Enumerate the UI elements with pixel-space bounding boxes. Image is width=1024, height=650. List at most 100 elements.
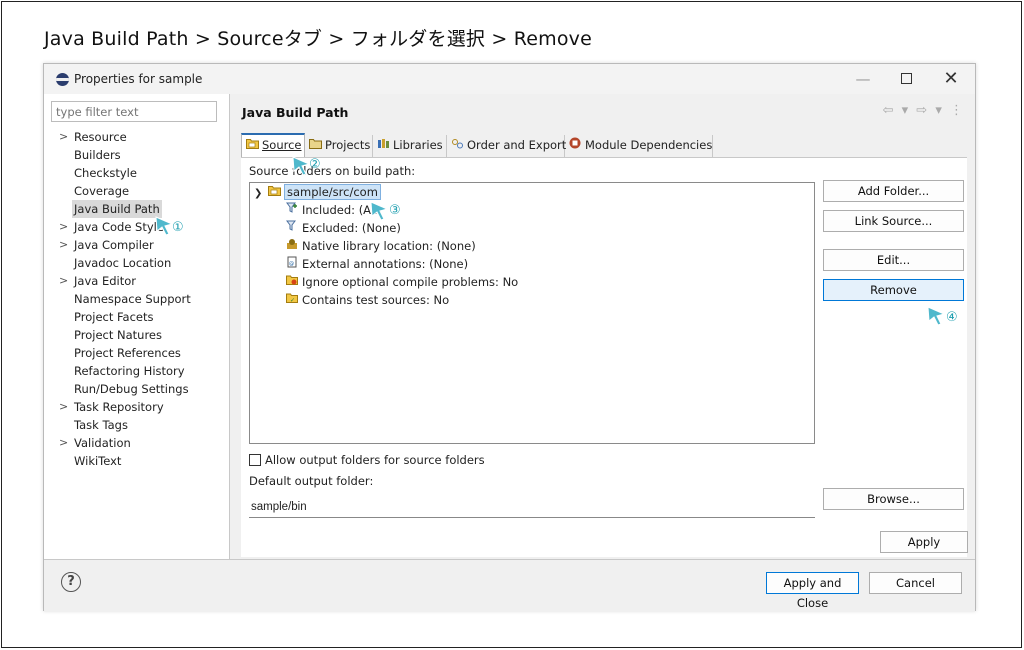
chevron-right-icon[interactable]: > <box>59 272 69 290</box>
edit-button[interactable]: Edit... <box>823 249 964 271</box>
source-folder-icon <box>266 184 282 202</box>
tree-item-java-code-style[interactable]: > Java Code Style <box>44 218 229 236</box>
annotations-icon: @ <box>284 256 300 274</box>
tree-child-label: Native library location: (None) <box>302 239 476 253</box>
tab-libraries-label: Libraries <box>393 138 443 152</box>
step-number-4: ④ <box>946 310 958 325</box>
maximize-button[interactable] <box>892 69 920 89</box>
test-sources-icon: ✓ <box>284 292 300 310</box>
step-marker-2: ② <box>291 155 321 177</box>
tree-child-label: Contains test sources: No <box>302 293 450 307</box>
allow-output-checkbox[interactable] <box>249 454 261 466</box>
tree-root-label: sample/src/com <box>284 184 381 200</box>
build-path-panel: Java Build Path ⇦ ▾ ⇨ ▾ ⋮ Source Project… <box>230 94 975 559</box>
tree-item-wikitext[interactable]: WikiText <box>44 452 229 470</box>
tree-item-project-facets[interactable]: Project Facets <box>44 308 229 326</box>
tree-item-resource[interactable]: > Resource <box>44 128 229 146</box>
default-output-field[interactable] <box>249 496 815 518</box>
tree-child-item[interactable]: Ignore optional compile problems: No <box>284 273 518 291</box>
dialog-footer: ? Apply and Close Cancel <box>44 560 975 612</box>
tree-item-builders[interactable]: Builders <box>44 146 229 164</box>
tree-child-item[interactable]: ✓ Contains test sources: No <box>284 291 449 309</box>
add-folder-button[interactable]: Add Folder... <box>823 180 964 202</box>
source-folder-icon <box>245 135 259 155</box>
chevron-right-icon[interactable]: > <box>59 128 69 146</box>
tree-item-label: Checkstyle <box>74 166 137 180</box>
tree-item-java-editor[interactable]: > Java Editor <box>44 272 229 290</box>
tree-item-checkstyle[interactable]: Checkstyle <box>44 164 229 182</box>
tree-item-validation[interactable]: > Validation <box>44 434 229 452</box>
tree-root-item[interactable]: ❯ sample/src/com <box>254 183 381 201</box>
tree-item-label: Resource <box>74 130 127 144</box>
tree-item-task-repository[interactable]: > Task Repository <box>44 398 229 416</box>
tree-item-project-natures[interactable]: Project Natures <box>44 326 229 344</box>
apply-and-close-button[interactable]: Apply and Close <box>766 572 859 610</box>
tree-item-label: Namespace Support <box>74 292 191 306</box>
cancel-button[interactable]: Cancel <box>869 572 962 594</box>
tree-item-label: Coverage <box>74 184 130 198</box>
cursor-arrow-icon <box>370 201 389 221</box>
close-button[interactable]: ✕ <box>937 69 965 89</box>
browse-button[interactable]: Browse... <box>823 488 964 510</box>
tree-child-item[interactable]: @ External annotations: (None) <box>284 255 468 273</box>
chevron-right-icon[interactable]: > <box>59 434 69 452</box>
maximize-icon <box>900 73 912 84</box>
tree-item-task-tags[interactable]: Task Tags <box>44 416 229 434</box>
tab-projects[interactable]: Projects <box>305 135 373 157</box>
tree-item-java-build-path[interactable]: Java Build Path <box>44 200 229 218</box>
minimize-button[interactable]: — <box>849 69 877 89</box>
chevron-right-icon[interactable]: > <box>59 398 69 416</box>
cursor-arrow-icon <box>927 306 946 326</box>
tree-item-label: Java Editor <box>74 274 136 288</box>
apply-button[interactable]: Apply <box>880 531 968 553</box>
svg-text:@: @ <box>289 261 294 267</box>
tree-child-label: External annotations: (None) <box>302 257 469 271</box>
step-marker-1: ① <box>154 215 184 237</box>
allow-output-option[interactable]: Allow output folders for source folders <box>249 453 485 467</box>
source-folders-label: Source folders on build path: <box>249 164 416 178</box>
chevron-right-icon[interactable]: > <box>59 236 69 254</box>
tree-child-item[interactable]: Included: (All) <box>284 201 382 219</box>
tree-child-label: Ignore optional compile problems: No <box>302 275 519 289</box>
order-export-icon <box>450 135 464 155</box>
module-icon <box>568 135 582 155</box>
tab-libraries[interactable]: Libraries <box>373 135 447 157</box>
tree-item-label: Task Tags <box>74 418 128 432</box>
filter-input[interactable] <box>51 101 217 122</box>
tree-item-coverage[interactable]: Coverage <box>44 182 229 200</box>
tree-item-label: Java Compiler <box>74 238 154 252</box>
tree-item-javadoc-location[interactable]: Javadoc Location <box>44 254 229 272</box>
tree-item-label: Javadoc Location <box>74 256 172 270</box>
tree-item-java-compiler[interactable]: > Java Compiler <box>44 236 229 254</box>
tree-child-item[interactable]: Native library location: (None) <box>284 237 476 255</box>
svg-text:✓: ✓ <box>290 297 295 304</box>
tab-order-export-label: Order and Export <box>467 138 567 152</box>
source-folder-tree[interactable]: ❯ sample/src/com Included: (All) Excluded… <box>249 182 815 444</box>
help-icon[interactable]: ? <box>61 572 81 592</box>
tree-item-label: Refactoring History <box>74 364 185 378</box>
history-nav[interactable]: ⇦ ▾ ⇨ ▾ ⋮ <box>883 103 965 118</box>
source-tab-content: Source folders on build path: ❯ sample/s… <box>241 157 967 557</box>
chevron-down-icon[interactable]: ❯ <box>254 185 266 203</box>
tree-item-label: Task Repository <box>74 400 164 414</box>
link-source-button[interactable]: Link Source... <box>823 210 964 232</box>
tree-child-label: Excluded: (None) <box>302 221 401 235</box>
tab-order-export[interactable]: Order and Export <box>447 135 567 157</box>
tab-module-label: Module Dependencies <box>585 138 713 152</box>
step-marker-4: ④ <box>926 305 958 327</box>
category-panel: > Resource Builders Checkstyle Coverage Java … <box>44 94 229 559</box>
tree-item-project-references[interactable]: Project References <box>44 344 229 362</box>
filter-included-icon <box>284 202 300 220</box>
tree-item-label: Project References <box>74 346 181 360</box>
projects-icon <box>308 135 322 155</box>
tree-item-label: Run/Debug Settings <box>74 382 189 396</box>
tab-source[interactable]: Source <box>241 133 305 157</box>
chevron-right-icon[interactable]: > <box>59 218 69 236</box>
tree-item-run-debug-settings[interactable]: Run/Debug Settings <box>44 380 229 398</box>
properties-dialog: Properties for sample — ✕ > Resource Build… <box>43 63 976 612</box>
tree-item-refactoring-history[interactable]: Refactoring History <box>44 362 229 380</box>
remove-button[interactable]: Remove <box>823 279 964 301</box>
tree-item-namespace-support[interactable]: Namespace Support <box>44 290 229 308</box>
tab-module-dependencies[interactable]: Module Dependencies <box>565 135 713 157</box>
default-output-label: Default output folder: <box>249 474 374 488</box>
